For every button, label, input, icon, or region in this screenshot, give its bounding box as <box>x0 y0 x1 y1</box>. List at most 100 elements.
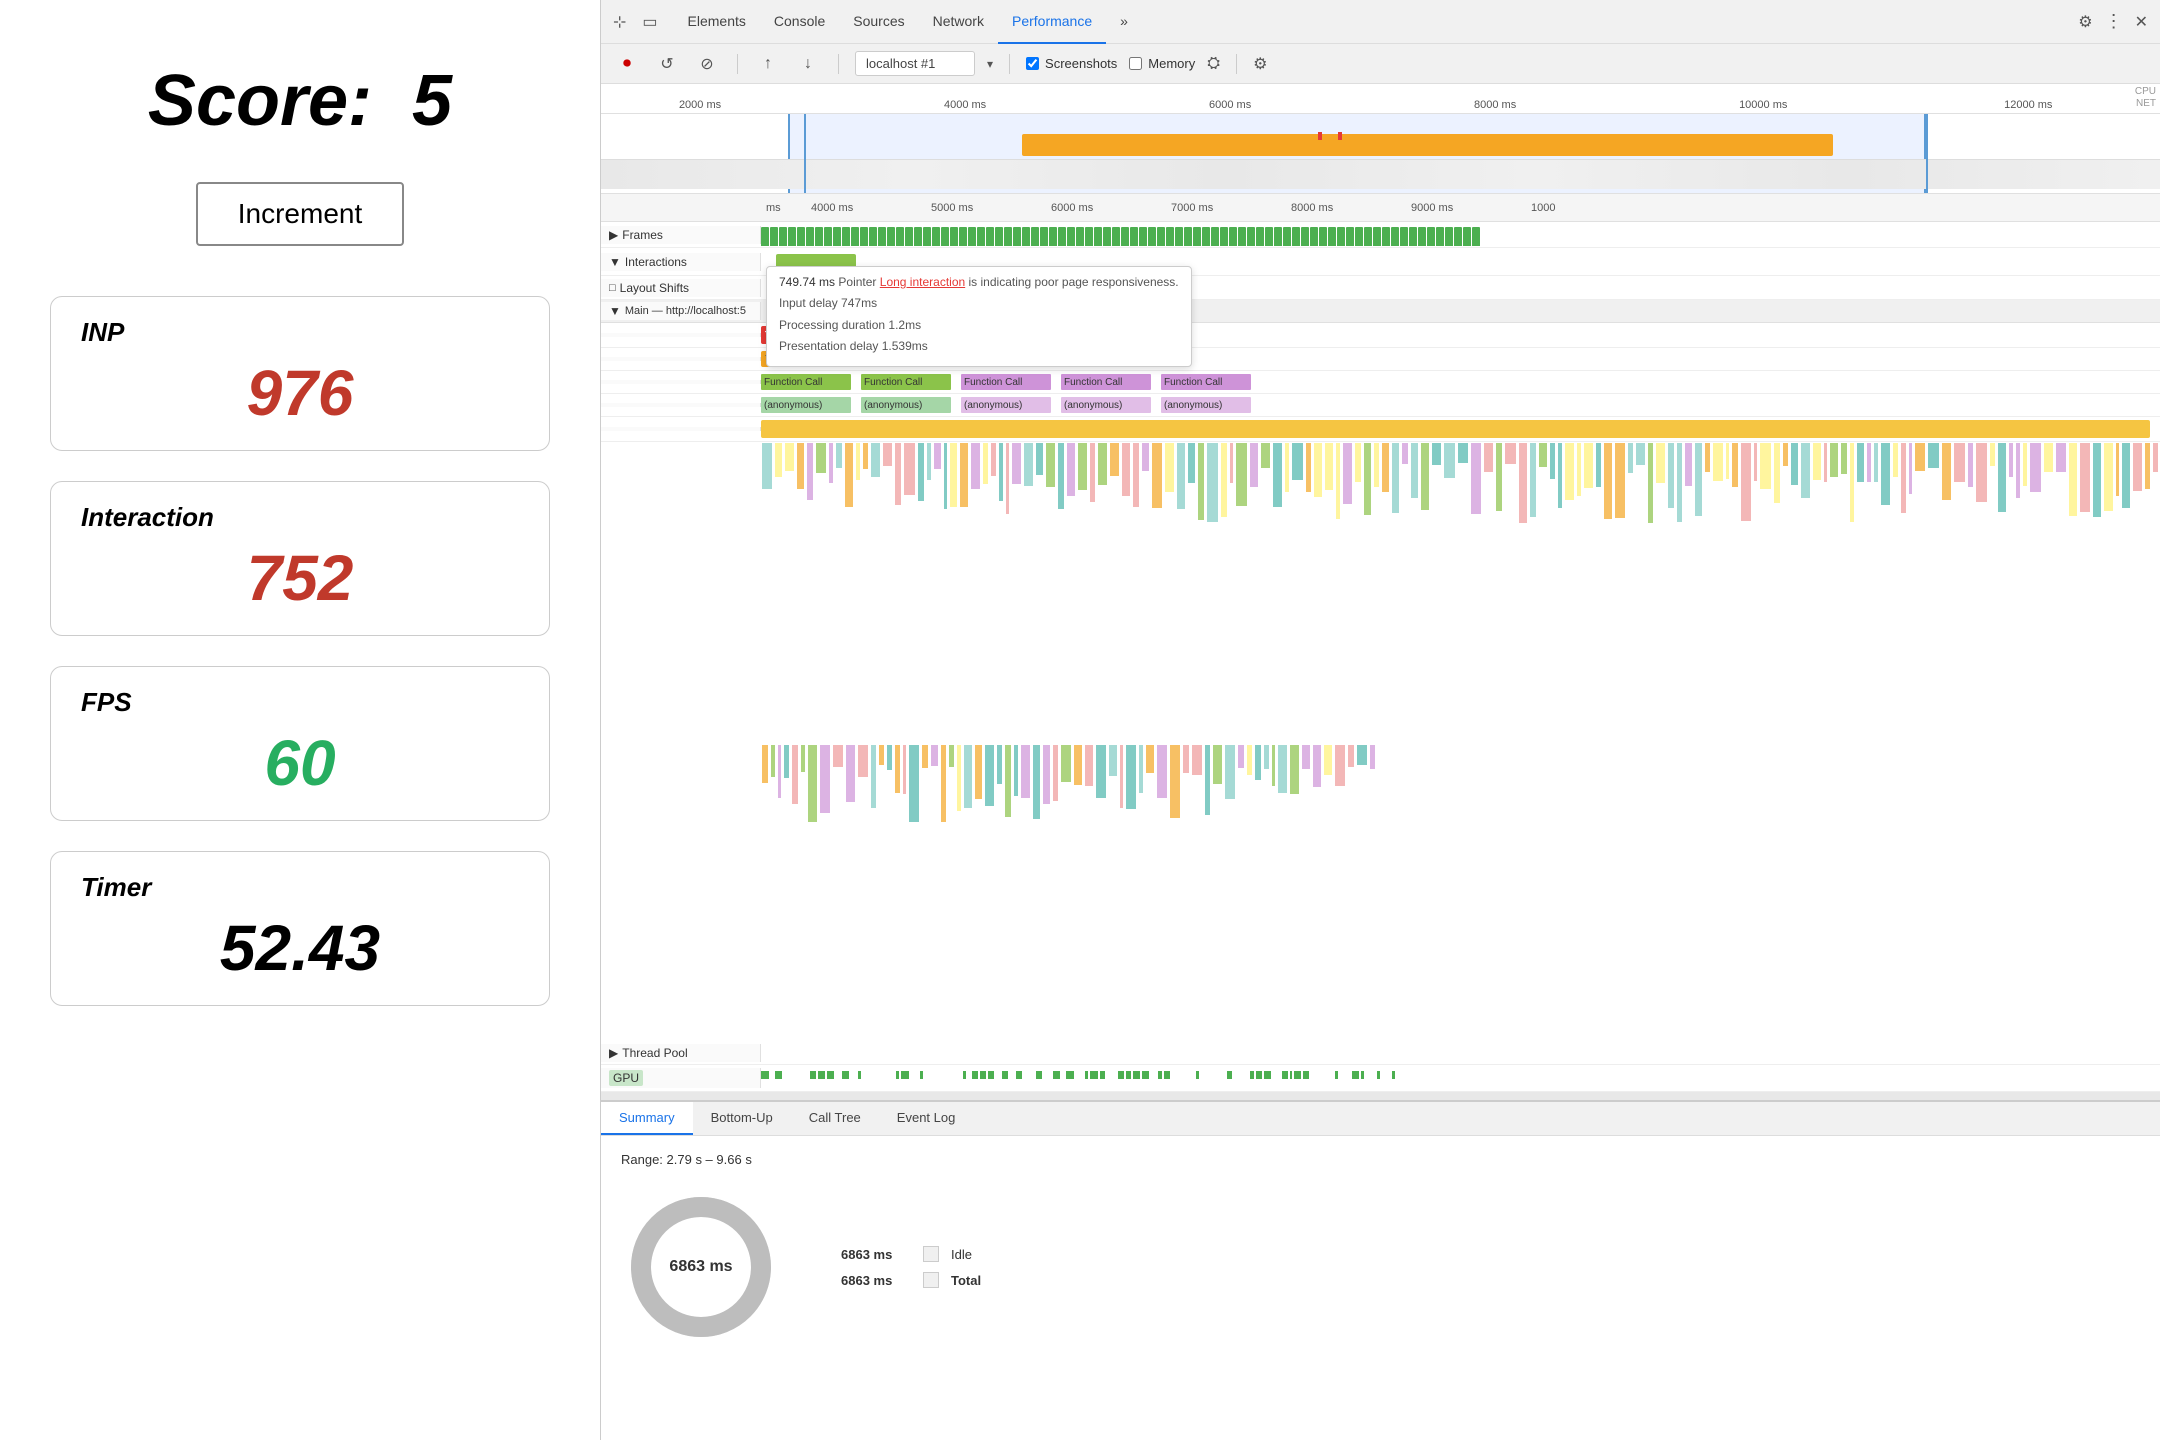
memory-checkbox-group: Memory <box>1129 56 1195 71</box>
selection-left-handle[interactable] <box>804 114 806 193</box>
popup-ms: 749.74 ms <box>779 275 835 289</box>
devtools-toolbar2: ⏺ ↺ ⊘ ↑ ↓ localhost #1 ▾ Screenshots Mem… <box>601 44 2160 84</box>
reload-icon[interactable]: ↺ <box>653 50 681 78</box>
screenshots-checkbox-group: Screenshots <box>1026 56 1117 71</box>
ruler-tick-4000: 4000 ms <box>944 99 986 111</box>
anon-4[interactable]: (anonymous) <box>1061 397 1151 413</box>
yellow-bar-row <box>601 417 2160 442</box>
legend-idle-label: Idle <box>951 1247 972 1262</box>
flame-chart-detail: const colors = ['#f5a623','#8bc34a','#ce… <box>601 442 2160 1042</box>
close-icon[interactable]: ✕ <box>2135 12 2148 32</box>
tab-performance[interactable]: Performance <box>998 0 1106 44</box>
tab-more[interactable]: » <box>1106 0 1142 44</box>
ruler-tick-2000: 2000 ms <box>679 99 721 111</box>
legend-total-swatch <box>923 1272 939 1288</box>
inp-label: INP <box>81 317 519 348</box>
tab-call-tree[interactable]: Call Tree <box>791 1102 879 1135</box>
popup-input-delay: Input delay 747ms <box>779 293 1179 315</box>
tab-elements[interactable]: Elements <box>674 0 760 44</box>
clear-icon[interactable]: ⊘ <box>693 50 721 78</box>
summary-legend: 6863 ms Idle 6863 ms Total <box>841 1246 981 1288</box>
thread-pool-content <box>761 1042 2160 1064</box>
device-icon[interactable]: ▭ <box>642 12 657 32</box>
anon-1[interactable]: (anonymous) <box>761 397 851 413</box>
content-ruler-6000: 6000 ms <box>1051 202 1093 214</box>
donut-label: 6863 ms <box>669 1258 732 1276</box>
memory-checkbox[interactable] <box>1129 57 1142 70</box>
capture-settings-icon[interactable]: ⚙ <box>1253 54 1267 74</box>
task-label-empty <box>601 333 761 337</box>
memory-label: Memory <box>1148 56 1195 71</box>
anon-5[interactable]: (anonymous) <box>1161 397 1251 413</box>
anonymous-row: (anonymous) (anonymous) (anonymous) (ano… <box>601 394 2160 417</box>
popup-message: is indicating poor page responsiveness. <box>969 275 1179 289</box>
left-panel: Score: 5 Increment INP 976 Interaction 7… <box>0 0 600 1440</box>
content-ruler-7000: 7000 ms <box>1171 202 1213 214</box>
cpu-overview-bar <box>1022 134 1833 156</box>
download-icon[interactable]: ↓ <box>794 50 822 78</box>
legend-idle-swatch <box>923 1246 939 1262</box>
anon-3[interactable]: (anonymous) <box>961 397 1051 413</box>
fps-label: FPS <box>81 687 519 718</box>
legend-total: 6863 ms Total <box>841 1272 981 1288</box>
devtools-tabs: Elements Console Sources Network Perform… <box>674 0 1142 44</box>
thread-pool-expand-icon[interactable]: ▶ <box>609 1046 618 1060</box>
tab-network[interactable]: Network <box>919 0 998 44</box>
yellow-bar-label-empty <box>601 427 761 431</box>
thread-pool-row[interactable]: ▶ Thread Pool <box>601 1042 2160 1065</box>
devtools-icons: ⚙ ⋮ ✕ <box>2078 11 2148 32</box>
timeline-overview[interactable] <box>601 114 2160 194</box>
record-icon[interactable]: ⏺ <box>613 50 641 78</box>
gpu-track-row: GPU let gpuHtml = ''; for(let i=0;i<80;i… <box>601 1065 2160 1092</box>
gpu-label: GPU <box>601 1068 761 1088</box>
upload-icon[interactable]: ↑ <box>754 50 782 78</box>
more-icon[interactable]: ⋮ <box>2105 11 2123 32</box>
inspect-icon[interactable]: ⊹ <box>613 12 626 32</box>
screenshots-checkbox[interactable] <box>1026 57 1039 70</box>
content-ruler-1000: 1000 <box>1531 202 1555 214</box>
donut-chart: 6863 ms <box>621 1187 781 1347</box>
func-call-4[interactable]: Function Call <box>1061 374 1151 390</box>
bottom-content: Range: 2.79 s – 9.66 s 6863 ms 6863 ms I… <box>601 1136 2160 1440</box>
tab-bottom-up[interactable]: Bottom-Up <box>693 1102 791 1135</box>
anon-2[interactable]: (anonymous) <box>861 397 951 413</box>
inp-value: 976 <box>81 356 519 430</box>
frames-bars: document.currentScript.insertAdjacentHTM… <box>761 227 2160 246</box>
dropdown-icon[interactable]: ▾ <box>987 57 993 71</box>
devtools-panel: ⊹ ▭ Elements Console Sources Network Per… <box>600 0 2160 1440</box>
frames-collapse-icon[interactable]: ▶ <box>609 228 618 242</box>
popup-link[interactable]: Long interaction <box>880 275 965 289</box>
score-title: Score: 5 <box>148 61 452 141</box>
timer-value: 52.43 <box>81 911 519 985</box>
increment-button[interactable]: Increment <box>196 182 405 246</box>
fps-value: 60 <box>81 726 519 800</box>
func-call-3[interactable]: Function Call <box>961 374 1051 390</box>
main-collapse-icon[interactable]: ▼ <box>609 304 621 318</box>
flame-details: const colors = ['#f5a623','#8bc34a','#ce… <box>761 442 2160 1042</box>
layout-shifts-icon[interactable]: □ <box>609 282 616 294</box>
score-display: Score: 5 <box>50 60 550 142</box>
content-ruler-4000: 4000 ms <box>811 202 853 214</box>
red-markers <box>1318 132 1342 140</box>
settings-icon[interactable]: ⚙ <box>2078 12 2092 32</box>
tab-summary[interactable]: Summary <box>601 1102 693 1135</box>
anon-label-empty <box>601 403 761 407</box>
inp-card: INP 976 <box>50 296 550 451</box>
func-call-1[interactable]: Function Call <box>761 374 851 390</box>
timeline-scrollbar[interactable] <box>601 1092 2160 1100</box>
func-call-2[interactable]: Function Call <box>861 374 951 390</box>
tab-event-log[interactable]: Event Log <box>879 1102 974 1135</box>
tab-console[interactable]: Console <box>760 0 839 44</box>
url-input[interactable]: localhost #1 <box>855 51 975 76</box>
gpu-bars: let gpuHtml = ''; for(let i=0;i<80;i++){… <box>761 1071 2160 1079</box>
ruler-tick-6000: 6000 ms <box>1209 99 1251 111</box>
summary-content: 6863 ms 6863 ms Idle 6863 ms Total <box>621 1187 2140 1347</box>
interactions-collapse-icon[interactable]: ▼ <box>609 255 621 269</box>
func-call-5[interactable]: Function Call <box>1161 374 1251 390</box>
selection-right-handle[interactable] <box>1926 114 1928 193</box>
interaction-value: 752 <box>81 541 519 615</box>
bottom-tabs: Summary Bottom-Up Call Tree Event Log <box>601 1102 2160 1136</box>
network-icon[interactable]: ⛭ <box>1207 55 1220 73</box>
tab-sources[interactable]: Sources <box>839 0 918 44</box>
score-value: 5 <box>412 61 452 141</box>
